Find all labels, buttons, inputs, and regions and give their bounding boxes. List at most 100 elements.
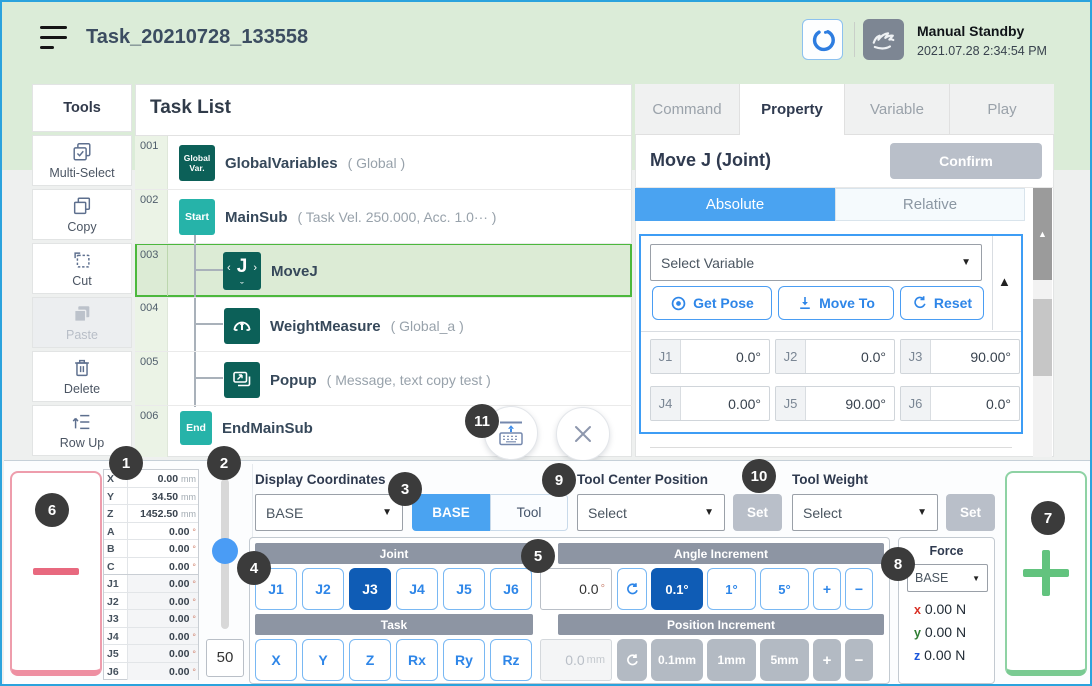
task-row-endmainsub[interactable]: End EndMainSub	[180, 408, 313, 448]
manual-mode-badge	[863, 19, 904, 60]
confirm-button[interactable]: Confirm	[890, 143, 1042, 179]
tool-weight-set-button[interactable]: Set	[946, 494, 995, 531]
jog-joint-j4[interactable]: J4	[396, 568, 438, 610]
tool-copy-button[interactable]: Copy	[32, 189, 132, 240]
task-row-weightmeasure[interactable]: WeightMeasure ( Global_a )	[224, 303, 464, 349]
angle-minus-button[interactable]: −	[845, 568, 873, 610]
mode-absolute-tab[interactable]: Absolute	[635, 188, 835, 221]
jog-task-rz[interactable]: Rz	[490, 639, 532, 681]
position-plus-button: +	[813, 639, 841, 681]
speed-slider-knob[interactable]	[212, 538, 238, 564]
jog-joint-j5[interactable]: J5	[443, 568, 485, 610]
tool-weight-label: Tool Weight	[792, 472, 868, 487]
tab-command[interactable]: Command	[635, 84, 740, 135]
task-row-popup[interactable]: Popup ( Message, text copy test )	[224, 357, 491, 403]
callout-1: 1	[109, 446, 143, 480]
tab-variable[interactable]: Variable	[845, 84, 950, 135]
speed-value-box[interactable]: 50	[206, 639, 244, 677]
rotate-reset-icon	[625, 653, 640, 668]
task-list-title: Task List	[150, 97, 231, 119]
force-frame-dropdown[interactable]: BASE ▼	[907, 564, 988, 592]
copy-icon	[71, 195, 93, 217]
force-x-row: x 0.00 N	[914, 601, 966, 617]
robot-status-text: Manual Standby	[917, 23, 1024, 39]
tool-center-position-set-button[interactable]: Set	[733, 494, 782, 531]
start-badge: Start	[179, 199, 215, 235]
tool-cut-button[interactable]: Cut	[32, 243, 132, 294]
teach-pendant-screen: Task_20210728_133558 Manual Standby 2021…	[0, 0, 1092, 686]
position-reset-button	[617, 639, 647, 681]
move-to-button[interactable]: Move To	[778, 286, 894, 320]
page-title: Task_20210728_133558	[86, 26, 308, 49]
joint-field-j4[interactable]: J40.00°	[650, 386, 770, 421]
joint-field-j3[interactable]: J390.00°	[900, 339, 1020, 374]
minus-icon	[33, 568, 79, 575]
joint-field-j5[interactable]: J590.00°	[775, 386, 895, 421]
joint-field-j6[interactable]: J60.0°	[900, 386, 1020, 421]
tool-multi-select-button[interactable]: Multi-Select	[32, 135, 132, 186]
scroll-up-icon: ▲	[1038, 229, 1047, 239]
scrollbar-up-button[interactable]: ▲	[1033, 188, 1052, 280]
reset-button[interactable]: Reset	[900, 286, 984, 320]
close-jog-button[interactable]	[556, 407, 610, 461]
close-icon	[571, 422, 595, 446]
angle-step-1[interactable]: 1°	[707, 568, 756, 610]
angle-step-5[interactable]: 5°	[760, 568, 809, 610]
tool-center-position-dropdown[interactable]: Select ▼	[577, 494, 725, 531]
joint-section-header: Joint	[255, 543, 533, 564]
jog-joint-j3[interactable]: J3	[349, 568, 391, 610]
robot-servo-button[interactable]	[802, 19, 843, 60]
task-row-globalvariables[interactable]: GlobalVar. GlobalVariables ( Global )	[179, 139, 405, 187]
jog-joint-j2[interactable]: J2	[302, 568, 344, 610]
scrollbar-thumb[interactable]	[1033, 299, 1052, 376]
callout-7: 7	[1031, 501, 1065, 535]
get-pose-button[interactable]: Get Pose	[652, 286, 772, 320]
angle-reset-button[interactable]	[617, 568, 647, 610]
jog-task-y[interactable]: Y	[302, 639, 344, 681]
hamburger-menu-icon[interactable]	[40, 26, 67, 49]
tool-paste-button[interactable]: Paste	[32, 297, 132, 348]
task-row-mainsub[interactable]: Start MainSub ( Task Vel. 250.000, Acc. …	[179, 193, 496, 241]
row-number: 001	[135, 136, 168, 189]
chevron-down-icon: ▼	[917, 507, 927, 518]
callout-4: 4	[237, 551, 271, 585]
tab-property[interactable]: Property	[740, 84, 845, 135]
jog-task-ry[interactable]: Ry	[443, 639, 485, 681]
callout-11: 11	[465, 404, 499, 438]
row-number: 004	[135, 298, 168, 351]
collapse-up-button[interactable]: ▲	[998, 274, 1011, 289]
joint-field-j1[interactable]: J10.0°	[650, 339, 770, 374]
jog-joint-j6[interactable]: J6	[490, 568, 532, 610]
move-to-icon	[797, 295, 813, 311]
task-section-header: Task	[255, 614, 533, 635]
callout-8: 8	[881, 547, 915, 581]
tool-delete-button[interactable]: Delete	[32, 351, 132, 402]
angle-step-0-1[interactable]: 0.1°	[651, 568, 703, 610]
jog-task-x[interactable]: X	[255, 639, 297, 681]
jog-task-z[interactable]: Z	[349, 639, 391, 681]
get-pose-icon	[670, 295, 687, 312]
rotate-reset-icon	[625, 582, 640, 597]
keyboard-icon	[496, 420, 526, 446]
frame-tool-button[interactable]: Tool	[490, 494, 568, 531]
row-number: 006	[135, 406, 168, 457]
variable-select-dropdown[interactable]: Select Variable ▼	[650, 244, 982, 281]
delete-icon	[71, 357, 93, 379]
angle-increment-input[interactable]: 0.0 °	[540, 568, 612, 610]
hand-icon	[870, 26, 898, 54]
display-coordinates-dropdown[interactable]: BASE ▼	[255, 494, 403, 531]
jog-task-rx[interactable]: Rx	[396, 639, 438, 681]
reset-icon	[912, 295, 928, 311]
joint-field-j2[interactable]: J20.0°	[775, 339, 895, 374]
tab-play[interactable]: Play	[950, 84, 1054, 135]
angle-plus-button[interactable]: +	[813, 568, 841, 610]
robot-icon	[810, 27, 836, 53]
weight-measure-icon	[224, 308, 260, 344]
tool-weight-dropdown[interactable]: Select ▼	[792, 494, 938, 531]
task-row-movej[interactable]: ‹J›ˇ MoveJ	[223, 248, 318, 294]
popup-icon	[224, 362, 260, 398]
frame-base-button[interactable]: BASE	[412, 494, 490, 531]
row-number: 003	[135, 245, 168, 296]
global-var-badge: GlobalVar.	[179, 145, 215, 181]
mode-relative-tab[interactable]: Relative	[835, 188, 1025, 221]
